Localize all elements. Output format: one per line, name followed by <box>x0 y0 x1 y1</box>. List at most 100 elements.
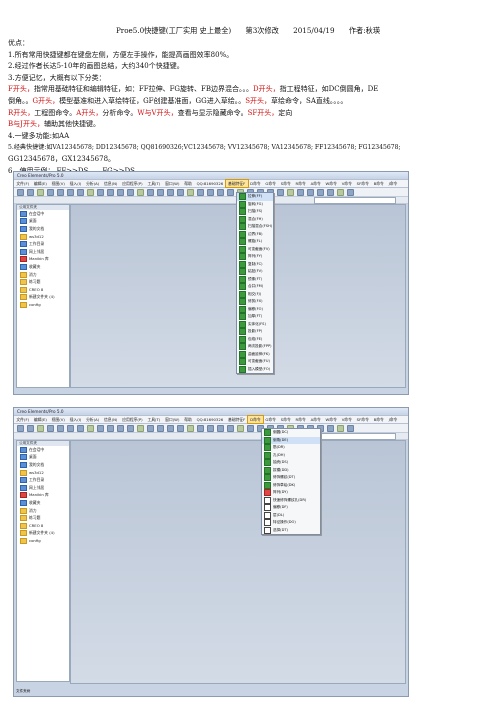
folder-tree-item[interactable]: 消力 <box>17 271 69 279</box>
toolbar-button-icon[interactable] <box>277 188 284 196</box>
menu-6[interactable]: 应用程序(P) <box>120 416 145 423</box>
toolbar-button-icon[interactable] <box>287 188 294 196</box>
folder-tree-item[interactable]: CREO 8 <box>17 286 69 294</box>
menu-15[interactable]: R命令 <box>293 180 308 187</box>
menu-item[interactable]: 快速修饰螺纹孔(DR) <box>262 496 320 505</box>
menu-item[interactable]: 层(DL) <box>262 511 320 520</box>
toolbar-button-icon[interactable] <box>187 424 194 432</box>
menu-item[interactable]: 偏移(DF) <box>262 504 320 512</box>
menu-3[interactable]: 插入(I) <box>67 416 83 423</box>
toolbar-button-icon[interactable] <box>337 424 344 432</box>
toolbar-button-icon[interactable] <box>217 188 224 196</box>
toolbar-button-icon[interactable] <box>57 424 64 432</box>
menu-18[interactable]: V命令 <box>339 416 354 423</box>
search-input[interactable] <box>314 196 396 204</box>
menu-0[interactable]: 文件(F) <box>14 416 32 423</box>
menu-1[interactable]: 编辑(E) <box>32 416 50 423</box>
toolbar-button-icon[interactable] <box>37 424 44 432</box>
folder-tree-item[interactable]: 消力 <box>17 507 69 515</box>
menu-21[interactable]: J命令 <box>386 416 400 423</box>
toolbar-button-icon[interactable] <box>17 424 24 432</box>
menu-item[interactable]: 粘贴(FV) <box>237 268 273 276</box>
menu-20[interactable]: B命令 <box>371 416 386 423</box>
menu-item[interactable]: 旋转(FG) <box>237 200 273 209</box>
toolbar-button-icon[interactable] <box>107 188 114 196</box>
menu-9[interactable]: 帮助 <box>182 180 194 187</box>
menu-item[interactable]: 倒圆(DC) <box>262 429 320 437</box>
menu-13[interactable]: G命令 <box>263 180 278 187</box>
folder-tree-tab[interactable]: 文件夹树 <box>16 689 30 694</box>
menu-17[interactable]: W命令 <box>323 180 339 187</box>
menu-item[interactable]: 两次投影(FPP) <box>237 343 273 351</box>
menu-item[interactable]: 修剪(FX) <box>237 298 273 306</box>
menu-16[interactable]: A命令 <box>308 180 323 187</box>
menu-item[interactable]: 可变截面(FV) <box>237 245 273 254</box>
menu-item[interactable]: 选择(DT) <box>262 526 320 535</box>
toolbar-button-icon[interactable] <box>77 424 84 432</box>
folder-tree-item[interactable]: 网上邻居 <box>17 248 69 256</box>
menu-item[interactable]: 实体化(FS) <box>237 320 273 329</box>
folder-tree-item[interactable]: Manikin 库 <box>17 256 69 264</box>
menu-10[interactable]: QQ:81690326 <box>194 416 225 423</box>
menu-7[interactable]: 工具(T) <box>145 180 163 187</box>
menu-4[interactable]: 分析(A) <box>84 180 102 187</box>
toolbar-button-icon[interactable] <box>207 188 214 196</box>
toolbar-button-icon[interactable] <box>177 188 184 196</box>
toolbar-button-icon[interactable] <box>327 424 334 432</box>
menu-item[interactable]: 倒角(DE) <box>262 436 320 444</box>
toolbar-button-icon[interactable] <box>67 424 74 432</box>
toolbar-button-icon[interactable] <box>307 188 314 196</box>
menu-item[interactable]: 修饰草绘(DK) <box>262 481 320 490</box>
toolbar-button-icon[interactable] <box>47 424 54 432</box>
toolbar-button-icon[interactable] <box>107 424 114 432</box>
folder-tree-item[interactable]: CREO 8 <box>17 522 69 530</box>
menu-12[interactable]: D命令 <box>246 415 265 424</box>
menu-2[interactable]: 视图(V) <box>49 180 67 187</box>
toolbar-button-icon[interactable] <box>197 424 204 432</box>
menu-8[interactable]: 窗口(W) <box>163 416 182 423</box>
menu-item[interactable]: 复制(FC) <box>237 260 273 269</box>
menu-21[interactable]: J命令 <box>386 180 400 187</box>
menu-12[interactable]: D命令 <box>248 180 263 187</box>
toolbar-button-icon[interactable] <box>97 188 104 196</box>
menu-item[interactable]: 曲面延伸(FK) <box>237 350 273 359</box>
menu-item[interactable]: 孔(DH) <box>262 451 320 460</box>
menu-item[interactable]: 阵列(FY) <box>237 253 273 261</box>
folder-tree-item[interactable]: 收藏夹 <box>17 499 69 507</box>
toolbar-button-icon[interactable] <box>237 424 244 432</box>
menu-15[interactable]: R命令 <box>293 416 308 423</box>
menu-3[interactable]: 插入(I) <box>67 180 83 187</box>
toolbar-button-icon[interactable] <box>67 188 74 196</box>
folder-tree-item[interactable]: 收藏夹 <box>17 263 69 271</box>
toolbar-button-icon[interactable] <box>227 188 234 196</box>
toolbar-button-icon[interactable] <box>157 188 164 196</box>
toolbar-button-icon[interactable] <box>317 188 324 196</box>
menu-14[interactable]: S命令 <box>278 416 293 423</box>
toolbar-button-icon[interactable] <box>327 188 334 196</box>
menu-item[interactable]: 镜像(FT) <box>237 275 273 284</box>
folder-tree-item[interactable]: 我的文档 <box>17 461 69 469</box>
menu-16[interactable]: A命令 <box>308 416 323 423</box>
toolbar-button-icon[interactable] <box>167 188 174 196</box>
menu-20[interactable]: B命令 <box>371 180 386 187</box>
toolbar-button-icon[interactable] <box>137 424 144 432</box>
toolbar-button-icon[interactable] <box>187 188 194 196</box>
folder-tree-item[interactable]: Manikin 库 <box>17 492 69 500</box>
toolbar-button-icon[interactable] <box>297 188 304 196</box>
toolbar-button-icon[interactable] <box>347 424 354 432</box>
menu-13[interactable]: G命令 <box>263 416 278 423</box>
menu-item[interactable]: 抽壳(DS) <box>262 459 320 467</box>
menu-item[interactable]: 偏移(FO) <box>237 305 273 314</box>
folder-tree-item[interactable]: 工作目录 <box>17 476 69 484</box>
menu-item[interactable]: 拔模(DD) <box>262 466 320 475</box>
menu-11[interactable]: 基础特征F <box>226 416 248 423</box>
toolbar-button-icon[interactable] <box>137 188 144 196</box>
toolbar-button-icon[interactable] <box>117 424 124 432</box>
menu-item[interactable]: 投影(FP) <box>237 328 273 336</box>
toolbar-button-icon[interactable] <box>197 188 204 196</box>
menu-10[interactable]: QQ:81690326 <box>194 180 225 187</box>
menu-7[interactable]: 工具(T) <box>145 416 163 423</box>
folder-tree-item[interactable]: ws3d12 <box>17 469 69 477</box>
toolbar-button-icon[interactable] <box>87 424 94 432</box>
menu-item[interactable]: 螺旋(FL) <box>237 238 273 246</box>
